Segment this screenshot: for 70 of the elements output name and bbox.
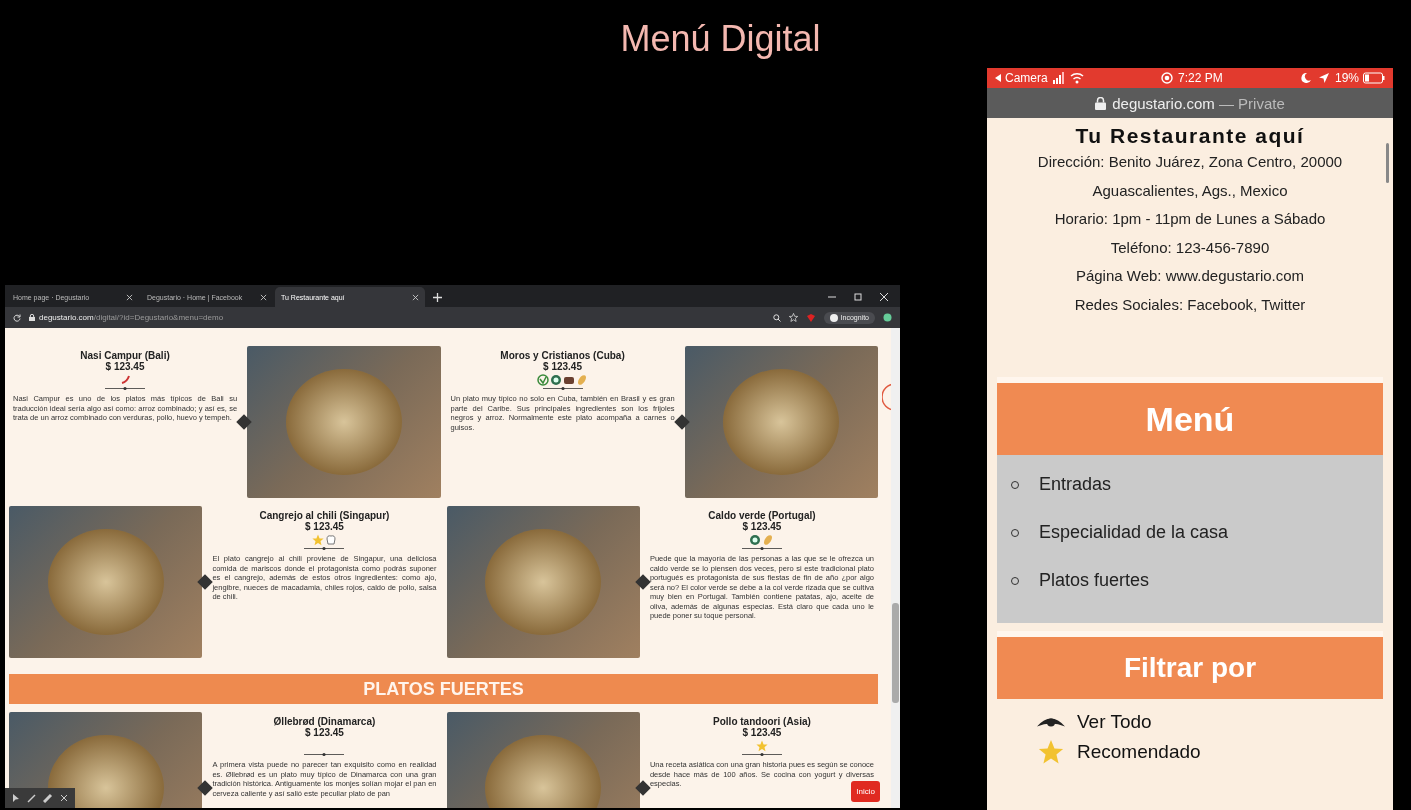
filter-option[interactable]: Recomendado [1077,741,1201,763]
back-to-app-link[interactable]: Camera [1005,71,1048,85]
scrollbar[interactable] [891,328,900,808]
search-icon[interactable] [772,313,781,322]
dish-price: $ 123.45 [305,521,344,532]
page-title: Menú Digital [620,18,821,60]
plus-icon[interactable] [433,293,442,302]
maximize-icon[interactable] [854,293,862,301]
star-icon [755,740,768,752]
vegan-icon [537,374,550,386]
category-link[interactable]: Platos fuertes [1039,565,1150,596]
info-line: Página Web: www.degustario.com [1074,266,1306,286]
close-icon[interactable] [412,293,419,301]
signal-icon [1051,72,1066,84]
chili-icon [119,374,132,386]
close-icon[interactable] [880,293,888,301]
info-line: Teléfono: 123-456-7890 [1109,237,1271,258]
dish-price: $ 123.45 [543,361,582,372]
pen-icon[interactable] [27,793,37,803]
dish-name: Nasi Campur (Bali) [80,350,170,361]
star-outline-icon[interactable] [788,313,798,322]
dish-name: Øllebrød (Dinamarca) [273,716,376,727]
filter-heading: Filtrar por [997,631,1383,699]
address-bar[interactable]: degustario.com/digital/?id=Degustario&menu=demo [29,313,765,322]
dish-name: Cangrejo al chili (Singapur) [259,510,390,521]
dish-price: $ 123.45 [742,727,782,738]
restaurant-name: Tu Restaurante aquí [1074,124,1306,148]
minimize-icon[interactable] [828,293,836,301]
info-line: Aguascalientes, Ags., Mexico [1091,180,1289,201]
category-link[interactable]: Entradas [1039,469,1112,500]
address-bar[interactable]: degustario.com — Private [987,88,1393,118]
divider-ornament [741,752,782,757]
moon-icon [1298,72,1313,84]
record-icon [1159,72,1174,84]
close-icon[interactable] [260,293,267,301]
dish-name: Pollo tandoori (Asia) [713,716,811,727]
divider-ornament [304,752,345,757]
wifi-icon [1069,72,1084,84]
avatar-icon [829,313,838,322]
info-line: Horario: 1pm - 11pm de Lunes a Sábado [1053,209,1327,229]
close-icon[interactable] [126,293,133,301]
section-heading: PLATOS FUERTES [9,674,878,704]
dish-name: Caldo verde (Portugal) [708,510,816,521]
dish-price: $ 123.45 [742,521,782,532]
lock-icon [29,314,35,321]
battery-icon [1363,72,1385,84]
location-arrow-icon [1316,72,1331,84]
cursor-icon[interactable] [11,793,21,803]
filter-option[interactable]: Ver Todo [1077,711,1152,733]
marker-icon[interactable] [43,793,53,803]
star-icon [311,534,324,546]
info-line: Dirección: Benito Juárez, Zona Centro, 20000 [1036,152,1344,172]
divider-ornament [741,546,782,551]
reload-icon[interactable] [13,313,21,322]
dish-price: $ 123.45 [305,727,344,738]
home-button[interactable]: Inicio [851,781,880,802]
dish-price: $ 123.45 [105,361,145,372]
status-time: 7:22 PM [1177,71,1223,85]
divider-ornament [105,386,146,391]
category-link[interactable]: Especialidad de la casa [1039,517,1229,548]
dish-name: Moros y Cristianos (Cuba) [500,350,625,361]
lock-icon [1095,96,1107,110]
divider-ornament [304,546,345,551]
info-line: Redes Sociales: Facebook, Twitter [1073,294,1307,315]
eye-icon [1037,717,1065,727]
back-triangle-icon[interactable] [995,74,1001,82]
menu-heading: Menú [997,377,1383,455]
divider-ornament [542,386,583,391]
close-icon[interactable] [59,793,69,803]
battery-percent: 19% [1334,71,1359,85]
